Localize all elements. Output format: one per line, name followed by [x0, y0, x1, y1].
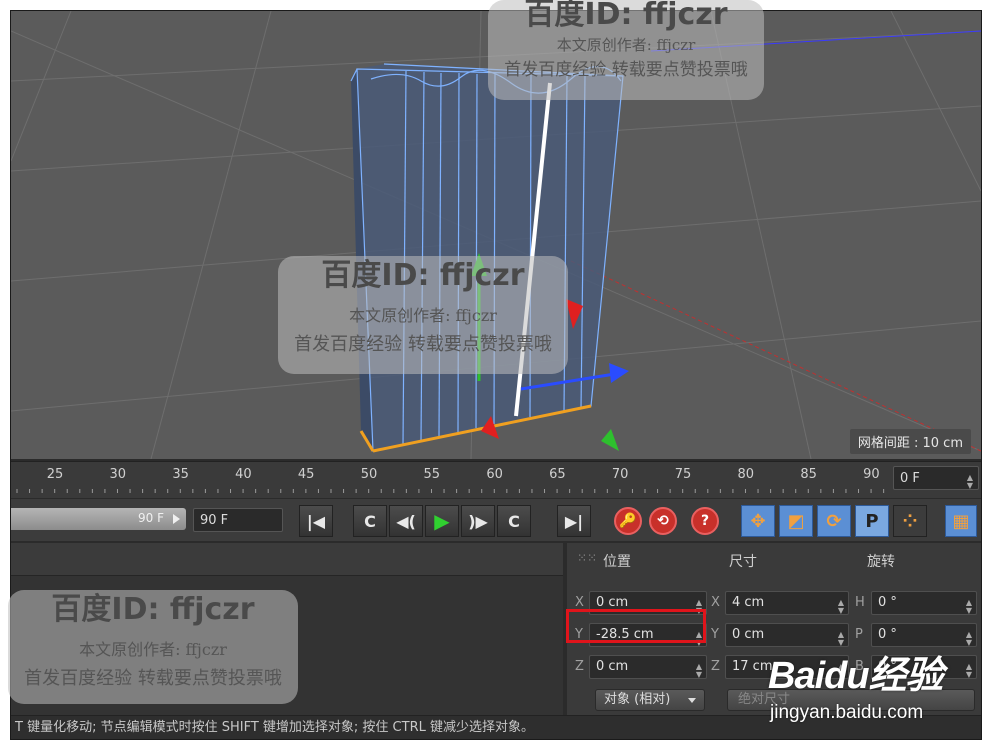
slider-value: 90 F — [138, 511, 164, 525]
go-to-start-button[interactable]: |◀ — [299, 505, 333, 537]
size-x-axis: X — [711, 595, 720, 610]
chevron-down-icon — [688, 698, 696, 703]
pos-z-value: 0 cm — [596, 659, 629, 674]
panel-grip-icon[interactable]: ⁙⁙ — [577, 551, 597, 565]
timeline-tick-label: 75 — [674, 467, 692, 482]
pos-z-field[interactable]: 0 cm ▲ ▼ — [589, 655, 707, 679]
spinner-icon[interactable]: ▲ ▼ — [966, 599, 972, 615]
pos-x-value: 0 cm — [596, 595, 629, 610]
rotation-header: 旋转 — [867, 554, 895, 570]
spinner-icon[interactable]: ▲ ▼ — [838, 599, 844, 615]
timeline-tick-label: 50 — [360, 467, 378, 482]
spinner-icon[interactable]: ▲ ▼ — [696, 663, 702, 679]
pos-z-axis: Z — [575, 659, 584, 674]
rot-h-axis: H — [855, 595, 865, 610]
next-frame-button[interactable]: )▶ — [461, 505, 495, 537]
watermark-author: 本文原创作者: ffjczr — [556, 36, 696, 54]
scale-key-button[interactable]: ◩ — [779, 505, 813, 537]
grid-spacing-label: 网格间距 : 10 cm — [849, 429, 971, 454]
autokey-button[interactable]: ⟲ — [649, 507, 677, 535]
timeline-tick-label: 60 — [486, 467, 503, 482]
pos-x-axis: X — [575, 595, 584, 610]
size-z-value: 17 cm — [732, 659, 773, 674]
timeline-ticks — [16, 489, 885, 493]
watermark-id: 百度ID: ffjczr — [524, 0, 728, 32]
position-header: 位置 — [603, 554, 631, 570]
watermark-author: 本文原创作者: ffjczr — [349, 306, 497, 325]
size-y-axis: Y — [711, 627, 719, 642]
keyframe-selection-button[interactable]: ? — [691, 507, 719, 535]
timeline-tick-label: 25 — [46, 467, 64, 482]
move-key-button[interactable]: ✥ — [741, 505, 775, 537]
timeline-tick-label: 45 — [297, 467, 315, 482]
size-z-axis: Z — [711, 659, 720, 674]
param-key-button[interactable]: P — [855, 505, 889, 537]
watermark-bottom: 百度ID: ffjczr 本文原创作者: ffjczr 首发百度经验 转载要点赞… — [8, 590, 298, 704]
baidu-url: jingyan.baidu.com — [770, 702, 924, 723]
preview-range-slider[interactable]: 90 F — [11, 508, 186, 530]
timeline-tick-label: 80 — [737, 467, 755, 482]
timeline-ruler[interactable]: 25 30 35 40 45 50 55 60 65 70 75 80 85 90 0 F ▲ ▼ — [11, 461, 981, 498]
watermark-promo: 首发百度经验 转载要点赞投票哦 — [504, 60, 748, 80]
size-y-value: 0 cm — [732, 627, 765, 642]
timeline-tick-label: 40 — [235, 467, 252, 482]
watermark-top: 百度ID: ffjczr 本文原创作者: ffjczr 首发百度经验 转载要点赞… — [488, 0, 764, 100]
watermark-promo: 首发百度经验 转载要点赞投票哦 — [294, 334, 552, 355]
play-button[interactable]: ▶ — [425, 505, 459, 537]
coordinate-mode-dropdown[interactable]: 对象 (相对) — [595, 689, 705, 711]
rotate-key-button[interactable]: ⟳ — [817, 505, 851, 537]
point-level-button[interactable]: ⁘ — [893, 505, 927, 537]
next-keyframe-button[interactable]: C — [497, 505, 531, 537]
coordinate-mode-label: 对象 (相对) — [604, 692, 671, 707]
timeline-tick-label: 65 — [549, 467, 566, 482]
go-to-end-button[interactable]: ▶| — [557, 505, 591, 537]
timeline-tick-label: 70 — [611, 467, 629, 482]
watermark-author: 本文原创作者: ffjczr — [79, 640, 227, 659]
size-header: 尺寸 — [729, 554, 757, 570]
timeline-tick-label: 30 — [109, 467, 127, 482]
baidu-jingyan-logo: Baidu经验 jingyan.baidu.com — [768, 640, 988, 732]
film-strip-button[interactable]: ▦ — [945, 505, 977, 537]
transport-bar: 90 F 90 F |◀ C ◀( ▶ )▶ C ▶| 🔑 ⟲ ? ✥ ◩ ⟳ … — [11, 499, 981, 541]
watermark-middle: 百度ID: ffjczr 本文原创作者: ffjczr 首发百度经验 转载要点赞… — [278, 256, 568, 374]
watermark-id: 百度ID: ffjczr — [321, 258, 525, 293]
frame-spinner-icon[interactable]: ▲ ▼ — [967, 474, 973, 490]
baidu-logo-text: Baidu经验 — [768, 655, 944, 697]
watermark-promo: 首发百度经验 转载要点赞投票哦 — [24, 668, 282, 689]
slider-arrow-icon — [173, 514, 180, 524]
end-frame-field[interactable]: 90 F — [193, 508, 283, 532]
prev-frame-button[interactable]: ◀( — [389, 505, 423, 537]
prev-keyframe-button[interactable]: C — [353, 505, 387, 537]
material-panel-menubar — [11, 543, 563, 576]
watermark-id: 百度ID: ffjczr — [51, 592, 255, 627]
timeline-tick-label: 55 — [423, 467, 441, 482]
size-x-value: 4 cm — [732, 595, 765, 610]
timeline-tick-label: 90 — [863, 467, 880, 482]
highlight-box — [566, 609, 706, 643]
timeline-tick-label: 35 — [172, 467, 189, 482]
size-x-field[interactable]: 4 cm ▲ ▼ — [725, 591, 849, 615]
rot-h-value: 0 ° — [878, 595, 897, 610]
record-key-button[interactable]: 🔑 — [614, 507, 642, 535]
rot-h-field[interactable]: 0 ° ▲ ▼ — [871, 591, 977, 615]
timeline-tick-label: 85 — [800, 467, 817, 482]
